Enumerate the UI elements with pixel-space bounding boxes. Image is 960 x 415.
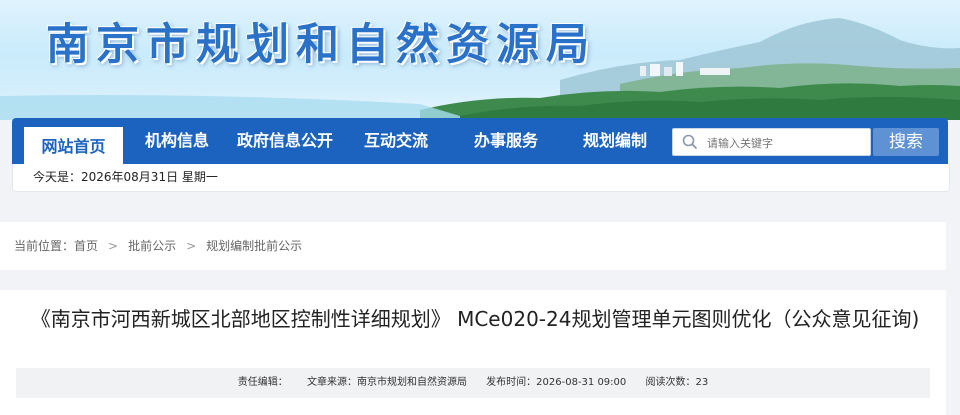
date-bar: 今天是：2026年08月31日 星期一 — [12, 164, 950, 192]
main-nav: 网站首页 机构信息 政府信息公开 互动交流 办事服务 规划编制 搜索 — [12, 118, 948, 167]
nav-interaction[interactable]: 互动交流 — [364, 118, 428, 164]
breadcrumb-prefix: 当前位置： — [14, 239, 75, 253]
search-input[interactable] — [705, 132, 867, 154]
article: 《南京市河西新城区北部地区控制性详细规划》 MCe020-24规划管理单元图则优… — [0, 290, 946, 415]
nav-home[interactable]: 网站首页 — [24, 124, 123, 167]
breadcrumb-separator: > — [108, 239, 119, 253]
header-banner: 南京市规划和自然资源局 — [0, 0, 960, 120]
search-box — [672, 128, 871, 156]
article-meta: 责任编辑： 文章来源：南京市规划和自然资源局 发布时间：2026-08-31 0… — [16, 368, 930, 398]
meta-source: 文章来源：南京市规划和自然资源局 — [306, 377, 467, 388]
breadcrumb-home[interactable]: 首页 — [74, 239, 98, 253]
nav-services[interactable]: 办事服务 — [474, 118, 538, 164]
meta-views: 阅读次数：23 — [645, 377, 709, 388]
breadcrumb-notice[interactable]: 批前公示 — [128, 239, 176, 253]
nav-gov-info[interactable]: 政府信息公开 — [237, 118, 333, 164]
meta-editor: 责任编辑： — [237, 377, 288, 388]
search-icon — [682, 134, 698, 150]
search-button[interactable]: 搜索 — [873, 128, 939, 156]
site-title: 南京市规划和自然资源局 — [46, 20, 596, 70]
breadcrumb-separator: > — [186, 239, 197, 253]
meta-published: 发布时间：2026-08-31 09:00 — [486, 377, 627, 388]
nav-organization[interactable]: 机构信息 — [145, 118, 209, 164]
today-date: 今天是：2026年08月31日 星期一 — [33, 170, 218, 184]
nav-planning[interactable]: 规划编制 — [583, 118, 647, 164]
article-title: 《南京市河西新城区北部地区控制性详细规划》 MCe020-24规划管理单元图则优… — [30, 307, 920, 331]
breadcrumb-current[interactable]: 规划编制批前公示 — [206, 239, 302, 253]
breadcrumb: 当前位置：首页 > 批前公示 > 规划编制批前公示 — [0, 222, 946, 270]
